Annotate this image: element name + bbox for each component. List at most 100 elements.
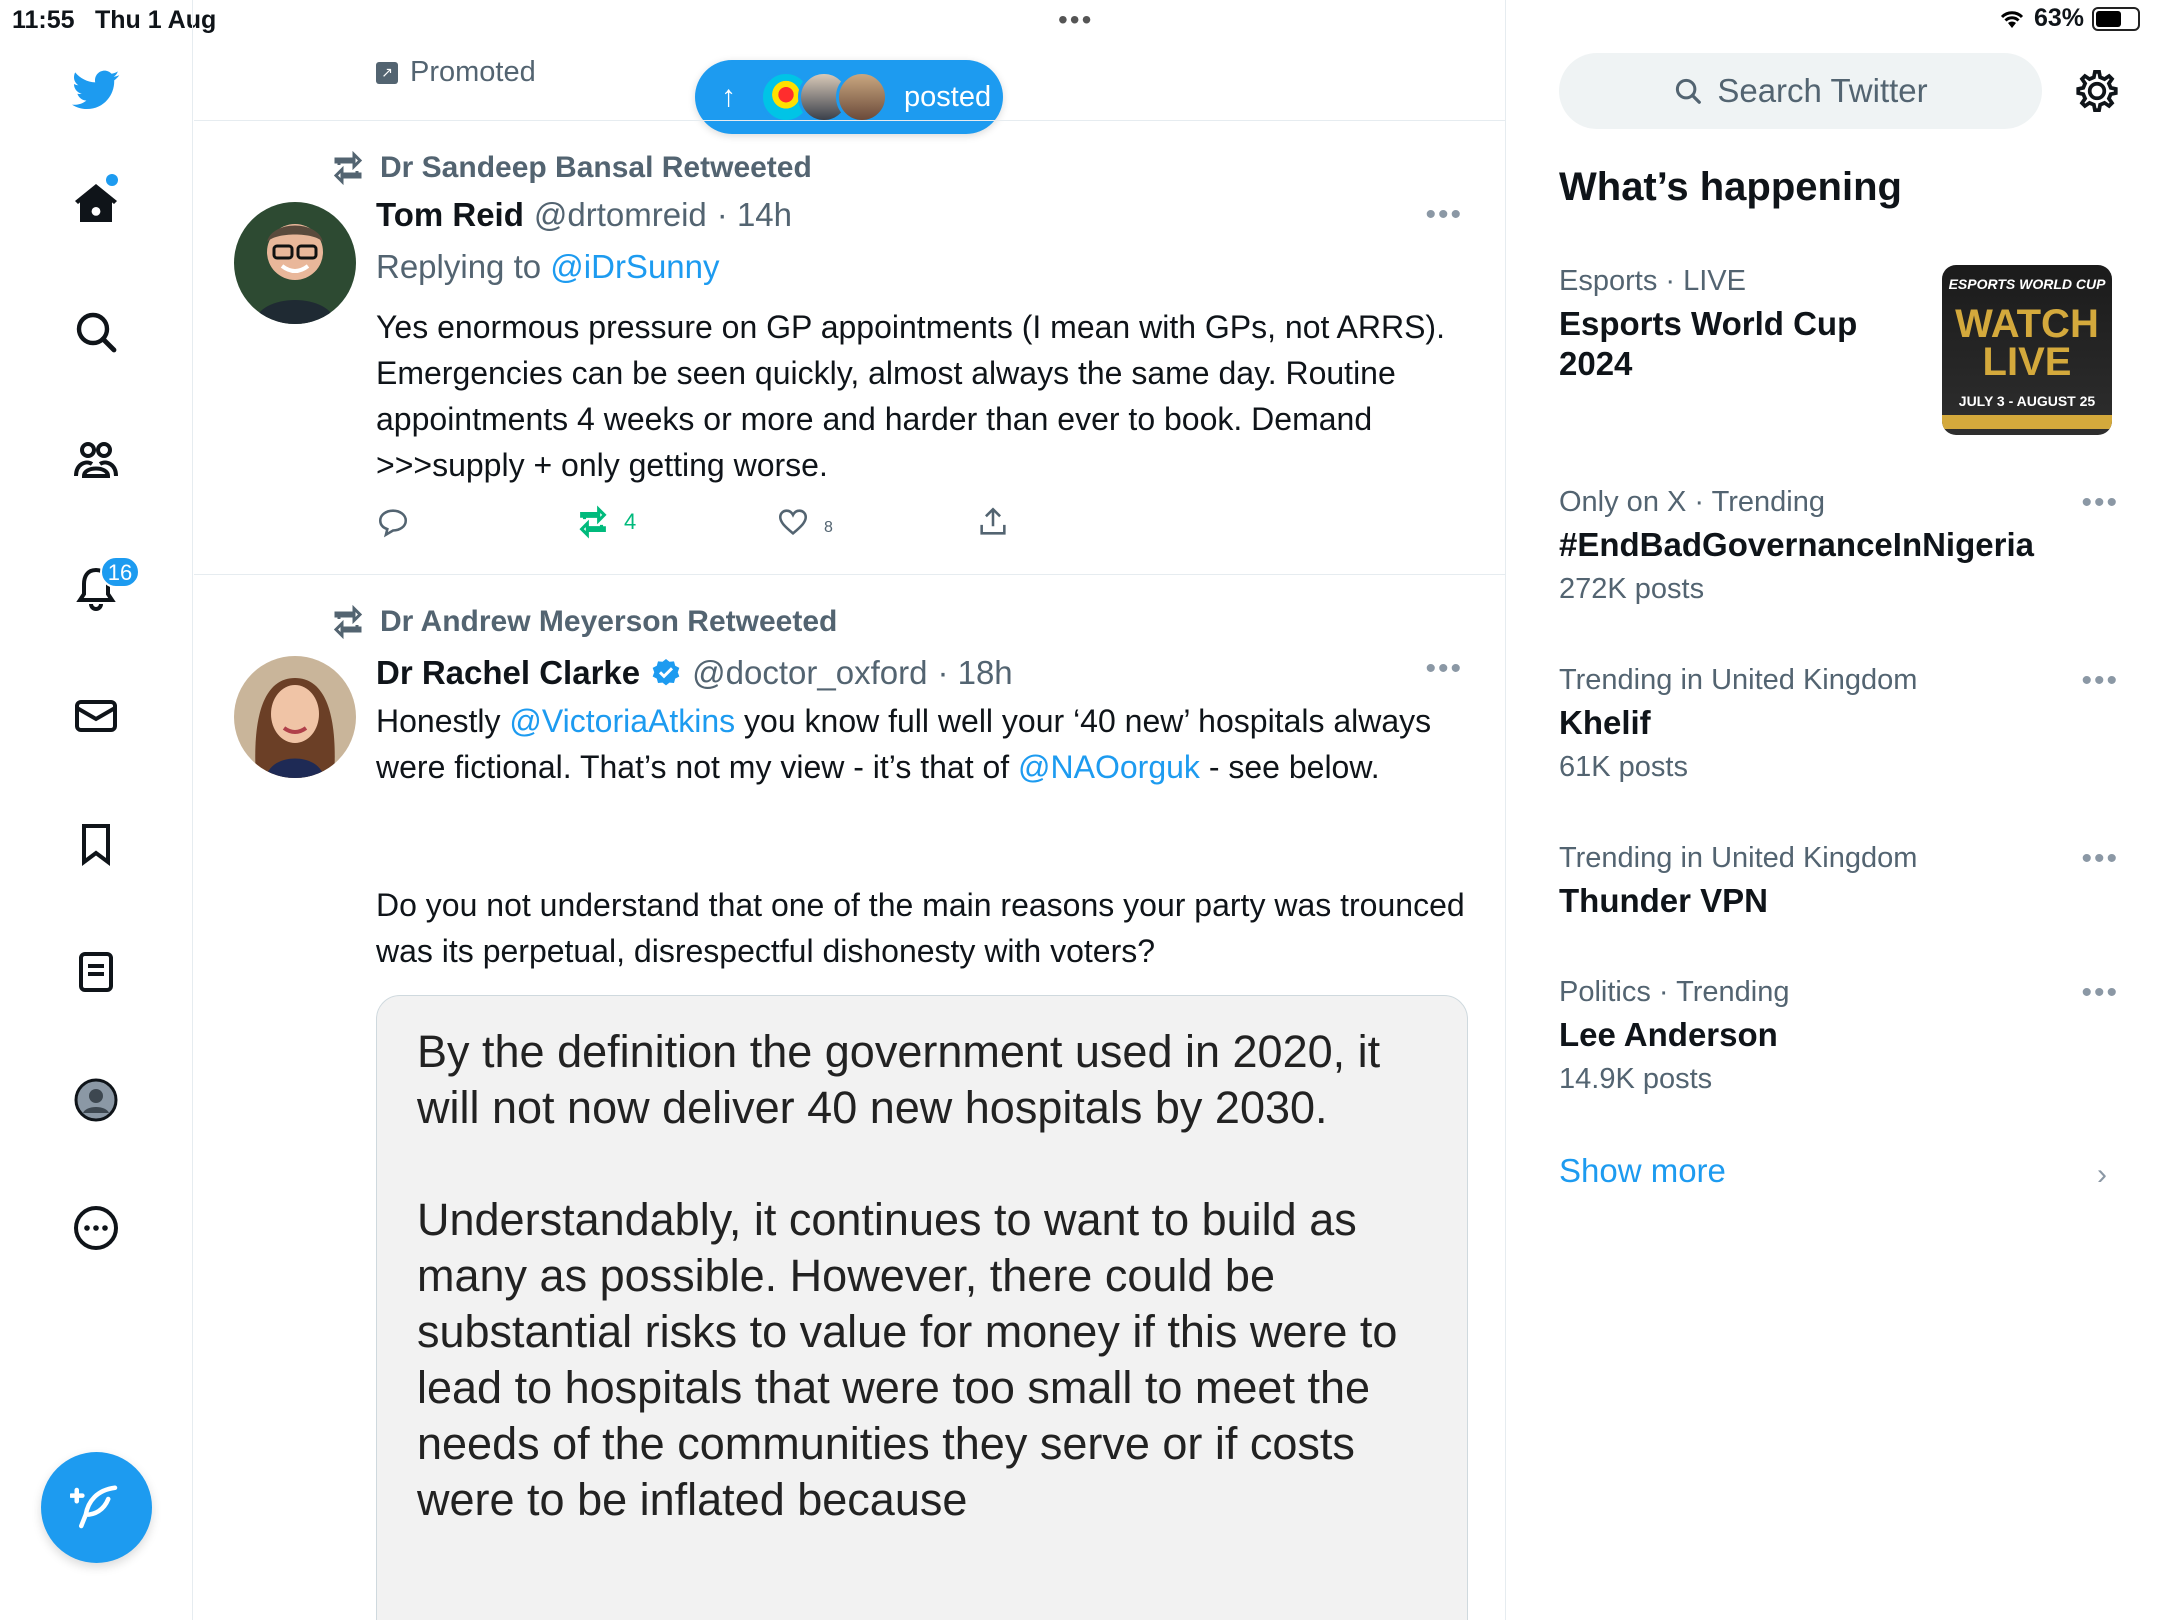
bookmarks-icon[interactable]: [66, 814, 126, 874]
retweeted-by-text[interactable]: Dr Andrew Meyerson Retweeted: [380, 605, 837, 639]
tweet-time[interactable]: · 18h: [937, 654, 1012, 692]
promoted-arrow-icon: ↗: [376, 61, 398, 84]
trend-title: Khelif: [1559, 704, 1651, 741]
esports-image-top-text: ESPORTS WORLD CUP: [1948, 276, 2106, 292]
mention-link[interactable]: @NAOorguk: [1018, 749, 1200, 785]
share-button[interactable]: [976, 505, 1010, 539]
chevron-right-icon[interactable]: ›: [2097, 1158, 2107, 1192]
whats-happening-heading: What’s happening: [1559, 165, 1902, 209]
esports-image-main-text: WATCH LIVE: [1955, 302, 2099, 384]
trend-title: Thunder VPN: [1559, 882, 1769, 919]
retweet-icon: [333, 150, 363, 186]
trend-item[interactable]: Only on X · Trending #EndBadGovernanceIn…: [1559, 486, 2119, 606]
replying-to-mention[interactable]: @iDrSunny: [550, 248, 719, 285]
esports-trend-image[interactable]: ESPORTS WORLD CUP WATCH LIVE JULY 3 - AU…: [1942, 265, 2112, 435]
left-navigation: 16: [0, 0, 193, 1620]
trend-more-icon[interactable]: •••: [2081, 976, 2119, 1010]
promoted-text: Promoted: [410, 56, 536, 88]
trend-item[interactable]: Trending in United Kingdom Thunder VPN •…: [1559, 842, 2119, 921]
tweet-text-part: - see below.: [1199, 749, 1380, 785]
retweet-icon: [579, 505, 607, 539]
communities-icon[interactable]: [66, 430, 126, 490]
quote-paragraph-1: By the definition the government used in…: [417, 1026, 1381, 1133]
quoted-image-card[interactable]: By the definition the government used in…: [376, 995, 1468, 1620]
posted-text: posted: [904, 80, 992, 113]
tweet-more-options-icon[interactable]: •••: [1425, 198, 1463, 232]
trend-count: 14.9K posts: [1559, 1063, 1713, 1095]
tweet-text-paragraph-2: Do you not understand that one of the ma…: [376, 887, 1465, 969]
explore-search-icon[interactable]: [66, 302, 126, 362]
share-upload-icon: [980, 507, 1006, 535]
tweet-avatar[interactable]: [234, 656, 356, 778]
more-options-icon[interactable]: [66, 1198, 126, 1258]
quote-paragraph-2: Understandably, it continues to want to …: [417, 1194, 1398, 1525]
like-button[interactable]: 8: [776, 505, 833, 539]
trend-title: #EndBadGovernanceInNigeria: [1559, 526, 2034, 563]
retweet-count: 4: [624, 509, 637, 534]
trend-meta: Trending in United Kingdom: [1559, 664, 1918, 696]
trend-item[interactable]: Esports · LIVE Esports World Cup 2024: [1559, 265, 1939, 384]
replying-prefix: Replying to: [376, 248, 542, 285]
search-field[interactable]: Search Twitter: [1559, 53, 2042, 129]
retweeted-by-text[interactable]: Dr Sandeep Bansal Retweeted: [380, 151, 812, 185]
show-more-link[interactable]: Show more: [1559, 1152, 1726, 1190]
trend-meta: Esports · LIVE: [1559, 265, 1746, 297]
tweet-actions: 4 8: [376, 505, 1076, 545]
retweeted-by-line: Dr Andrew Meyerson Retweeted: [333, 604, 837, 640]
verified-badge-icon: [652, 659, 680, 686]
trend-more-icon[interactable]: •••: [2081, 842, 2119, 876]
tweet-text: Yes enormous pressure on GP appointments…: [376, 309, 1445, 483]
messages-mail-icon[interactable]: [66, 686, 126, 746]
author-name[interactable]: Dr Rachel Clarke: [376, 654, 640, 692]
retweeted-by-line: Dr Sandeep Bansal Retweeted: [333, 150, 812, 186]
main-feed: ↗ Promoted ↑ posted Dr Sandeep Bansal Re…: [194, 0, 1506, 1620]
reply-bubble-icon: [378, 509, 408, 538]
mention-link[interactable]: @VictoriaAtkins: [509, 703, 735, 739]
trend-meta: Trending in United Kingdom: [1559, 842, 1918, 874]
promoted-label: ↗ Promoted: [376, 56, 536, 89]
tweet-text-part: Honestly: [376, 703, 510, 739]
trend-more-icon[interactable]: •••: [2081, 486, 2119, 520]
lists-icon[interactable]: [66, 942, 126, 1002]
trend-meta: Politics · Trending: [1559, 976, 1790, 1008]
reply-button[interactable]: [376, 505, 410, 539]
trend-item[interactable]: Trending in United Kingdom Khelif 61K po…: [1559, 664, 2119, 784]
heart-icon: [778, 509, 808, 535]
pill-avatar-3: [836, 71, 888, 123]
retweet-icon: [333, 604, 363, 640]
author-handle[interactable]: @drtomreid: [534, 196, 707, 234]
trend-title: Lee Anderson: [1559, 1016, 1778, 1053]
author-handle[interactable]: @doctor_oxford: [692, 654, 927, 692]
tweet-avatar[interactable]: [234, 202, 356, 324]
settings-gear-icon[interactable]: [2072, 66, 2122, 116]
right-sidebar: Search Twitter What’s happening Esports …: [1507, 0, 2160, 1620]
tweet-header: Tom Reid @drtomreid · 14h: [376, 196, 792, 234]
author-name[interactable]: Tom Reid: [376, 196, 524, 234]
search-icon: [1676, 78, 1702, 104]
esports-image-dates: JULY 3 - AUGUST 25: [1958, 393, 2096, 409]
search-placeholder: Search Twitter: [1717, 72, 1928, 109]
trend-title: Esports World Cup 2024: [1559, 305, 1858, 382]
retweet-button[interactable]: 4: [576, 505, 636, 539]
tweet-header: Dr Rachel Clarke @doctor_oxford · 18h: [376, 654, 1013, 692]
tweet-more-options-icon[interactable]: •••: [1425, 652, 1463, 686]
feed-divider: [194, 574, 1505, 575]
tweet-text: Honestly @VictoriaAtkins you know full w…: [376, 698, 1466, 790]
trend-more-icon[interactable]: •••: [2081, 664, 2119, 698]
trend-meta: Only on X · Trending: [1559, 486, 1825, 518]
tweet-time[interactable]: · 14h: [717, 196, 792, 234]
trend-count: 61K posts: [1559, 751, 1688, 783]
twitter-logo-icon[interactable]: [66, 60, 126, 120]
compose-tweet-button[interactable]: [41, 1452, 152, 1563]
notifications-badge: 16: [100, 556, 140, 588]
like-count: 8: [824, 519, 833, 536]
compose-feather-icon: [69, 1485, 117, 1528]
home-unread-dot: [106, 174, 118, 186]
feed-divider: [194, 120, 1505, 121]
esports-image-band: [1942, 415, 2112, 429]
new-posts-pill[interactable]: ↑ posted: [695, 60, 1003, 134]
trend-item[interactable]: Politics · Trending Lee Anderson 14.9K p…: [1559, 976, 2119, 1096]
trend-count: 272K posts: [1559, 573, 1705, 605]
replying-to: Replying to @iDrSunny: [376, 248, 720, 286]
profile-avatar-icon[interactable]: [66, 1070, 126, 1130]
